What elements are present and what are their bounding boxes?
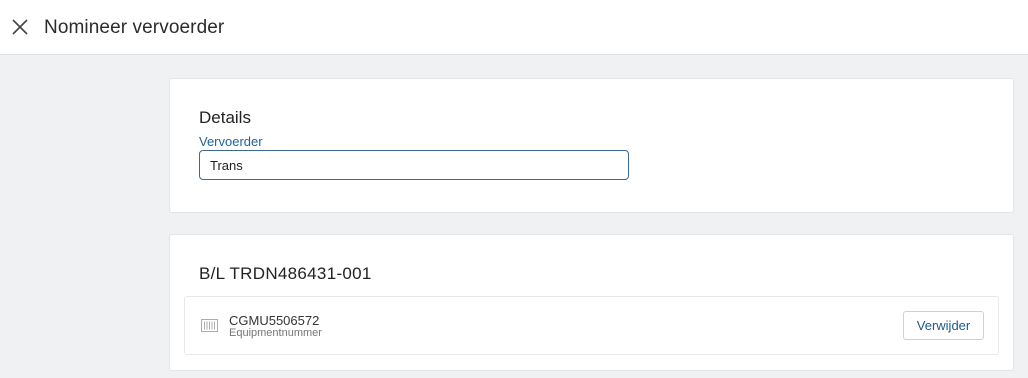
- equipment-number: CGMU5506572: [229, 313, 320, 328]
- remove-button[interactable]: Verwijder: [903, 311, 984, 340]
- top-bar: Nomineer vervoerder: [0, 0, 1028, 55]
- close-button[interactable]: [9, 16, 31, 38]
- page-title: Nomineer vervoerder: [44, 17, 225, 38]
- details-title: Details: [199, 108, 251, 127]
- details-card: Details Vervoerder: [169, 78, 1014, 213]
- equipment-number-label: Equipmentnummer: [229, 327, 322, 339]
- close-icon: [12, 19, 28, 35]
- bill-of-lading-title: B/L TRDN486431-001: [199, 264, 372, 283]
- equipment-row: CGMU5506572 Equipmentnummer Verwijder: [184, 296, 999, 355]
- carrier-input[interactable]: [199, 150, 629, 180]
- carrier-label: Vervoerder: [199, 134, 263, 149]
- container-icon: [201, 319, 218, 337]
- bill-of-lading-card: B/L TRDN486431-001 CGMU5506572 Equipment…: [169, 234, 1014, 371]
